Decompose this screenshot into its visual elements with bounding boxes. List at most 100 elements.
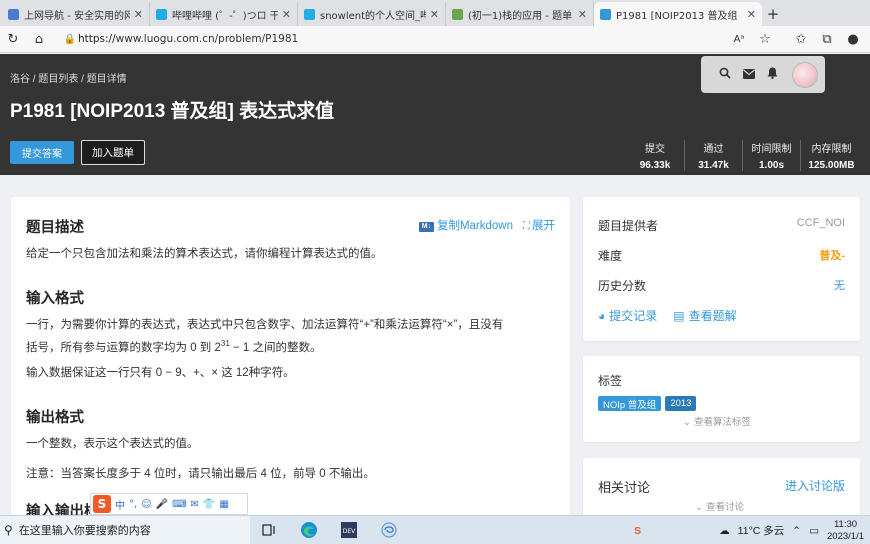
- difficulty-value: 普及-: [819, 250, 845, 262]
- copy-markdown-button[interactable]: M↓ 复制Markdown: [418, 217, 513, 233]
- expand-button[interactable]: ⛶ 展开: [523, 217, 555, 233]
- stat-accepted: 通过 31.47k: [684, 140, 742, 171]
- info-links: ◕ 提交记录 ▤ 查看题解: [598, 307, 737, 324]
- sogou-tray-icon[interactable]: S: [634, 525, 641, 537]
- tab-1[interactable]: 哔哩哔哩 (゜-゜)つロ 干杯 ✕: [150, 2, 298, 26]
- view-discussion[interactable]: ⌄ 查看讨论: [695, 499, 744, 513]
- weather-text[interactable]: 11°C 多云: [738, 523, 785, 538]
- view-solutions-link[interactable]: ▤ 查看题解: [673, 307, 736, 324]
- tab-favicon-icon: [8, 8, 19, 20]
- tab-favicon-icon: [452, 8, 463, 20]
- provider-value[interactable]: CCF_NOI: [797, 217, 845, 234]
- ime-voice-icon[interactable]: 🎤: [156, 499, 168, 510]
- tag-2013[interactable]: 2013: [665, 396, 697, 411]
- task-view-icon[interactable]: [256, 519, 282, 541]
- link-label: 查看题解: [688, 309, 737, 323]
- ime-keyboard-icon[interactable]: ⌨: [172, 499, 186, 510]
- expand-label: 展开: [532, 220, 555, 232]
- breadcrumb-item[interactable]: 题目列表: [38, 74, 78, 85]
- problem-info-card: 题目提供者 CCF_NOI 难度 普及- 历史分数 无 ◕ 提交记录 ▤ 查看题解: [583, 197, 860, 341]
- show-algorithm-tags[interactable]: ⌄ 查看算法标签: [683, 414, 751, 428]
- stat-submissions: 提交 96.33k: [626, 140, 684, 171]
- submit-answer-button[interactable]: 提交答案: [10, 141, 74, 164]
- ime-emoji-icon[interactable]: ☺: [141, 499, 151, 510]
- ime-logo[interactable]: S: [93, 495, 111, 513]
- bell-icon[interactable]: [767, 67, 778, 82]
- tab-2[interactable]: snowlent的个人空间_哔哩 ✕: [298, 2, 446, 26]
- tab-4-active[interactable]: P1981 [NOIP2013 普及组 ✕: [594, 2, 762, 26]
- network-icon[interactable]: ▭: [809, 525, 819, 537]
- input-format-text-end: − 1 之间的整数。: [229, 341, 322, 354]
- breadcrumb-item: 题目详情: [86, 74, 127, 85]
- plus-icon[interactable]: +: [762, 2, 784, 26]
- description-heading: 题目描述: [26, 220, 84, 236]
- url-bar[interactable]: 🔒 https://www.luogu.com.cn/problem/P1981: [62, 29, 662, 50]
- ime-toolbox-icon[interactable]: ▦: [219, 499, 228, 510]
- page-title: P1981 [NOIP2013 普及组] 表达式求值: [10, 101, 335, 122]
- output-format-line-1: 一个整数，表示这个表达式的值。: [26, 438, 199, 450]
- tab-3[interactable]: (初一1)栈的应用 - 题单 - ✕: [446, 2, 594, 26]
- tags-card: 标签 NOIp 普及组 2013 ⌄ 查看算法标签: [583, 356, 860, 442]
- address-toolbar: ↻ ⌂ 🔒 https://www.luogu.com.cn/problem/P…: [0, 26, 870, 53]
- ime-lang-toggle[interactable]: 中: [115, 497, 125, 512]
- read-aloud-icon[interactable]: Aᵃ: [726, 27, 752, 51]
- avatar[interactable]: [792, 61, 818, 88]
- favorite-add-icon[interactable]: ☆: [752, 27, 778, 51]
- search-placeholder: 在这里输入你要搜索的内容: [18, 525, 151, 537]
- stat-label: 内存限制: [811, 144, 852, 155]
- collections-icon[interactable]: ⧉: [814, 27, 840, 51]
- mail-icon[interactable]: [743, 68, 755, 82]
- ime-mail-icon[interactable]: ✉: [191, 499, 199, 510]
- tab-favicon-icon: [600, 8, 611, 20]
- ime-toolbar: S 中 °, ☺ 🎤 ⌨ ✉ 👕 ▦: [90, 493, 248, 515]
- discussion-row: 相关讨论 进入讨论版: [598, 477, 845, 496]
- tab-label: 上网导航 - 安全实用的网: [24, 10, 130, 22]
- search-icon: ⚲: [4, 523, 13, 537]
- show-algorithm-tags-label: 查看算法标签: [693, 417, 751, 428]
- close-icon[interactable]: ✕: [282, 8, 291, 21]
- tab-label: 哔哩哔哩 (゜-゜)つロ 干杯: [172, 10, 278, 22]
- ime-skin-icon[interactable]: 👕: [203, 499, 215, 510]
- close-icon[interactable]: ✕: [747, 8, 756, 21]
- close-icon[interactable]: ✕: [134, 8, 143, 21]
- provider-row: 题目提供者 CCF_NOI: [598, 217, 845, 234]
- lock-icon: 🔒: [63, 33, 77, 45]
- ime-punctuation-icon[interactable]: °,: [129, 499, 137, 510]
- problem-stats: 提交 96.33k 通过 31.47k 时间限制 1.00s 内存限制 125.…: [626, 140, 862, 171]
- markdown-icon: M↓: [418, 222, 434, 232]
- home-icon[interactable]: ⌂: [26, 27, 52, 51]
- close-icon[interactable]: ✕: [578, 8, 587, 21]
- input-format-line-2: 括号，所有参与运算的数字均为 0 到 231 − 1 之间的整数。: [26, 333, 321, 359]
- tags-heading: 标签: [598, 374, 623, 388]
- clock[interactable]: 11:30 2023/1/1: [827, 519, 864, 543]
- app-swirl-icon[interactable]: [376, 519, 402, 541]
- discussion-heading: 相关讨论: [598, 480, 651, 495]
- clock-time: 11:30: [833, 518, 858, 530]
- dev-app-icon[interactable]: DEV: [336, 519, 362, 541]
- input-format-line-3: 输入数据保证这一行只有 0 − 9、+、× 这 12种字符。: [26, 367, 295, 379]
- problem-header: 洛谷 / 题目列表 / 题目详情 P1981 [NOIP2013 普及组] 表达…: [0, 54, 870, 175]
- copy-markdown-label: 复制Markdown: [436, 220, 513, 232]
- favorites-icon[interactable]: ✩: [788, 27, 814, 51]
- stat-value: 31.47k: [698, 160, 729, 171]
- tag-noip-junior[interactable]: NOIp 普及组: [598, 396, 662, 411]
- search-icon[interactable]: [719, 67, 731, 82]
- output-format-heading: 输出格式: [26, 410, 84, 426]
- input-format-heading: 输入格式: [26, 291, 84, 307]
- taskbar-search[interactable]: ⚲ 在这里输入你要搜索的内容: [0, 515, 250, 544]
- stat-value: 1.00s: [758, 160, 785, 171]
- breadcrumb-item[interactable]: 洛谷: [10, 74, 30, 85]
- stat-value: 96.33k: [639, 160, 671, 171]
- enter-discussion-link[interactable]: 进入讨论版: [785, 477, 845, 496]
- add-to-list-button[interactable]: 加入题单: [81, 140, 145, 165]
- chevron-up-icon[interactable]: ⌃: [792, 525, 801, 537]
- profile-icon[interactable]: ●: [840, 27, 866, 51]
- input-format-text: 括号，所有参与运算的数字均为 0 到 2: [26, 341, 221, 354]
- tab-label: (初一1)栈的应用 - 题单 -: [468, 10, 574, 22]
- close-icon[interactable]: ✕: [430, 8, 439, 21]
- tab-0[interactable]: 上网导航 - 安全实用的网 ✕: [2, 2, 150, 26]
- tab-favicon-icon: [304, 8, 315, 20]
- submission-records-link[interactable]: ◕ 提交记录: [598, 307, 657, 324]
- edge-icon[interactable]: [296, 519, 322, 541]
- refresh-icon[interactable]: ↻: [0, 27, 26, 51]
